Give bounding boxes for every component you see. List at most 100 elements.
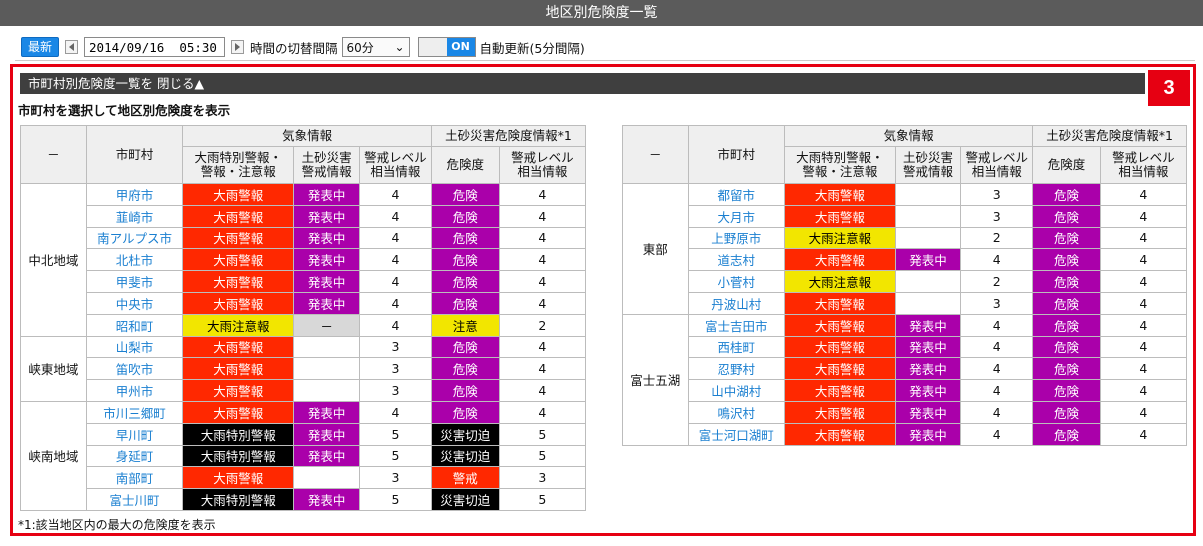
landslide-header: 土砂災害 警戒情報 <box>894 146 962 184</box>
weather-level-cell: 5 <box>358 444 432 468</box>
table-row: 鳴沢村 大雨警報 発表中 4 危険 4 <box>623 400 1188 424</box>
municipality-link[interactable]: 山中湖村 <box>687 379 786 402</box>
region-cell: 峡東地域 <box>20 335 87 402</box>
step-badge: 3 <box>1148 70 1190 106</box>
auto-update-label: 自動更新(5分間隔) <box>479 40 585 56</box>
municipality-link[interactable]: 甲府市 <box>85 183 184 206</box>
municipality-link[interactable]: 大月市 <box>687 204 786 228</box>
prev-time-button[interactable] <box>65 40 79 54</box>
sediment-level-cell: 4 <box>498 357 587 381</box>
sediment-level-cell: 4 <box>498 335 587 359</box>
sediment-level-cell: 4 <box>1099 183 1188 206</box>
municipality-link[interactable]: 中央市 <box>85 291 184 315</box>
weather-level-cell: 3 <box>960 291 1034 315</box>
sediment-level-cell: 4 <box>1099 204 1188 228</box>
risk-cell: 災害切迫 <box>430 444 500 468</box>
municipality-link[interactable]: 笛吹市 <box>85 357 184 381</box>
risk-cell: 災害切迫 <box>430 422 500 446</box>
risk-cell: 危険 <box>1032 183 1101 206</box>
municipality-link[interactable]: 丹波山村 <box>687 291 786 315</box>
weather-level-cell: 3 <box>358 357 432 381</box>
heavy-rain-cell: 大雨警報 <box>182 248 295 272</box>
table-row: 富士川町 大雨特別警報 発表中 5 災害切迫 5 <box>21 488 587 511</box>
municipality-link[interactable]: 西桂町 <box>687 335 786 359</box>
municipality-link[interactable]: 道志村 <box>687 248 786 272</box>
sediment-level-header: 警戒レベル 相当情報 <box>498 146 587 184</box>
interval-select[interactable]: 60分 ⌄ <box>341 37 410 57</box>
table-row: 忍野村 大雨警報 発表中 4 危険 4 <box>623 357 1188 381</box>
municipality-link[interactable]: 山梨市 <box>85 335 184 359</box>
risk-cell: 危険 <box>1032 248 1101 272</box>
risk-cell: 危険 <box>430 204 500 228</box>
weather-level-header: 警戒レベル 相当情報 <box>358 146 432 184</box>
divider <box>15 60 1195 61</box>
table-row: 早川町 大雨特別警報 発表中 5 災害切迫 5 <box>21 422 587 446</box>
sediment-level-cell: 4 <box>498 270 587 293</box>
municipality-link[interactable]: 昭和町 <box>85 313 184 337</box>
heavy-rain-cell: 大雨警報 <box>784 357 896 381</box>
landslide-cell: － <box>293 313 360 337</box>
municipality-link[interactable]: 上野原市 <box>687 226 786 250</box>
municipality-link[interactable]: 甲斐市 <box>85 270 184 293</box>
landslide-cell: 発表中 <box>293 291 360 315</box>
sediment-level-cell: 4 <box>498 291 587 315</box>
next-time-button[interactable] <box>231 40 245 54</box>
auto-update-toggle[interactable]: ON <box>417 37 476 57</box>
municipality-link[interactable]: 鳴沢村 <box>687 400 786 424</box>
municipality-panel: 市町村別危険度一覧を 閉じる▲ 3 市町村を選択して地区別危険度を表示 －市町村… <box>10 64 1196 536</box>
panel-collapse-header[interactable]: 市町村別危険度一覧を 閉じる▲ <box>20 73 1145 94</box>
toggle-track <box>418 38 447 56</box>
municipality-link[interactable]: 韮崎市 <box>85 204 184 228</box>
municipality-link[interactable]: 市川三郷町 <box>85 400 184 424</box>
landslide-cell: 発表中 <box>894 357 962 381</box>
triangle-right-icon <box>235 43 241 51</box>
weather-level-cell: 4 <box>960 422 1034 446</box>
municipality-link[interactable]: 小菅村 <box>687 270 786 293</box>
risk-cell: 危険 <box>1032 335 1101 359</box>
landslide-cell <box>293 357 360 381</box>
risk-header: 危険度 <box>1032 146 1101 184</box>
heavy-rain-header: 大雨特別警報・ 警報・注意報 <box>784 146 896 184</box>
sediment-level-cell: 4 <box>1099 400 1188 424</box>
municipality-link[interactable]: 富士川町 <box>85 488 184 511</box>
municipality-link[interactable]: 富士吉田市 <box>687 313 786 337</box>
weather-level-cell: 3 <box>358 335 432 359</box>
municipality-link[interactable]: 早川町 <box>85 422 184 446</box>
risk-cell: 危険 <box>1032 226 1101 250</box>
heavy-rain-cell: 大雨注意報 <box>784 226 896 250</box>
landslide-cell: 発表中 <box>293 270 360 293</box>
municipality-link[interactable]: 身延町 <box>85 444 184 468</box>
heavy-rain-cell: 大雨警報 <box>784 204 896 228</box>
weather-group-header: 気象情報 <box>182 125 432 147</box>
table-row: 小菅村 大雨注意報 2 危険 4 <box>623 270 1188 293</box>
window-title: 地区別危険度一覧 <box>0 0 1203 26</box>
municipality-link[interactable]: 富士河口湖町 <box>687 422 786 446</box>
municipality-link[interactable]: 忍野村 <box>687 357 786 381</box>
latest-button[interactable]: 最新 <box>21 37 60 57</box>
heavy-rain-cell: 大雨警報 <box>784 291 896 315</box>
municipality-link[interactable]: 都留市 <box>687 183 786 206</box>
landslide-cell: 発表中 <box>293 204 360 228</box>
sediment-level-cell: 4 <box>1099 291 1188 315</box>
table-row: 道志村 大雨警報 発表中 4 危険 4 <box>623 248 1188 272</box>
heavy-rain-cell: 大雨警報 <box>182 183 295 206</box>
risk-cell: 危険 <box>430 248 500 272</box>
municipality-link[interactable]: 南アルプス市 <box>85 226 184 250</box>
municipality-link[interactable]: 北杜市 <box>85 248 184 272</box>
risk-cell: 危険 <box>430 183 500 206</box>
table-row: 富士五湖 富士吉田市 大雨警報 発表中 4 危険 4 <box>622 313 1188 446</box>
table-row: 北杜市 大雨警報 発表中 4 危険 4 <box>21 248 587 272</box>
weather-level-cell: 4 <box>960 335 1034 359</box>
table-row: 中北地域 甲府市 大雨警報 発表中 4 危険 4 <box>20 183 587 337</box>
sediment-level-cell: 5 <box>498 444 587 468</box>
chevron-down-icon: ⌄ <box>394 40 405 54</box>
region-cell: 東部 <box>622 183 689 315</box>
municipality-link[interactable]: 南部町 <box>85 466 184 490</box>
table-row: 大月市 大雨警報 3 危険 4 <box>623 204 1188 228</box>
heavy-rain-cell: 大雨注意報 <box>784 270 896 293</box>
heavy-rain-cell: 大雨警報 <box>784 313 896 337</box>
heavy-rain-cell: 大雨警報 <box>182 400 295 424</box>
datetime-field[interactable] <box>84 37 226 57</box>
risk-cell: 危険 <box>430 270 500 293</box>
municipality-link[interactable]: 甲州市 <box>85 379 184 402</box>
